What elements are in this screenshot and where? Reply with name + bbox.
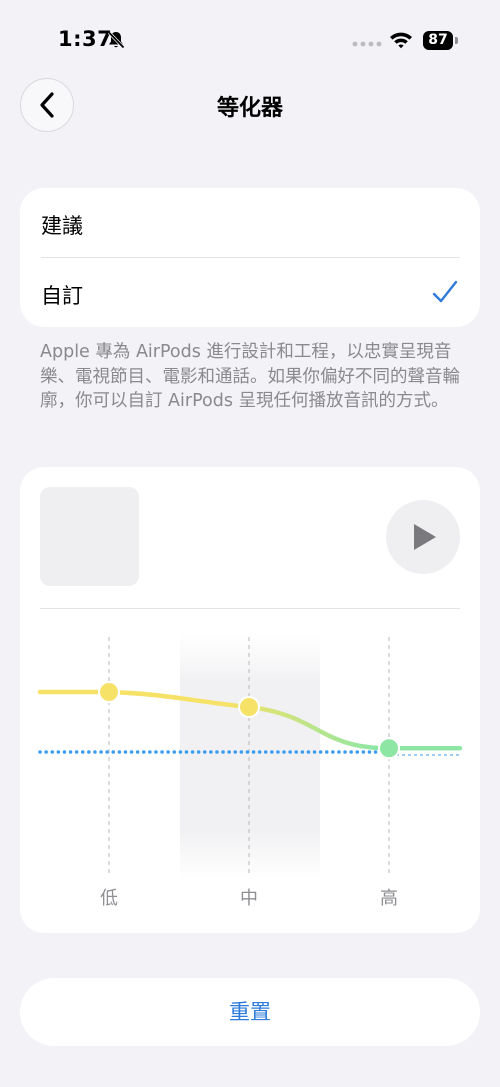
battery-cap	[455, 37, 458, 44]
bell-slash-icon	[107, 31, 125, 49]
status-bar: 1:37 87	[0, 0, 500, 80]
band-label-low: 低	[100, 888, 118, 909]
wifi-icon	[390, 32, 412, 49]
eq-graph[interactable]	[20, 467, 480, 933]
band-label-mid: 中	[240, 888, 258, 909]
checkmark-icon	[432, 280, 458, 303]
option-suggested[interactable]: 建議	[20, 188, 480, 258]
eq-knob-high[interactable]	[378, 737, 400, 760]
option-label: 自訂	[41, 284, 83, 308]
eq-description: Apple 專為 AirPods 進行設計和工程，以忠實呈現音樂、電視節目、電影…	[40, 342, 460, 411]
signal-icon	[352, 41, 382, 47]
reset-button[interactable]: 重置	[20, 978, 480, 1046]
option-custom[interactable]: 自訂	[20, 258, 480, 327]
page-title: 等化器	[216, 96, 283, 121]
status-time: 1:37	[58, 27, 113, 51]
mid-band-highlight	[180, 632, 320, 882]
battery-icon: 87	[423, 31, 453, 50]
eq-mode-options: 建議 自訂	[20, 188, 480, 327]
band-label-high: 高	[380, 888, 398, 909]
eq-card: 低 中 高	[20, 467, 480, 933]
option-label: 建議	[41, 214, 83, 238]
eq-knob-low[interactable]	[98, 681, 120, 703]
eq-knob-mid[interactable]	[238, 696, 260, 718]
